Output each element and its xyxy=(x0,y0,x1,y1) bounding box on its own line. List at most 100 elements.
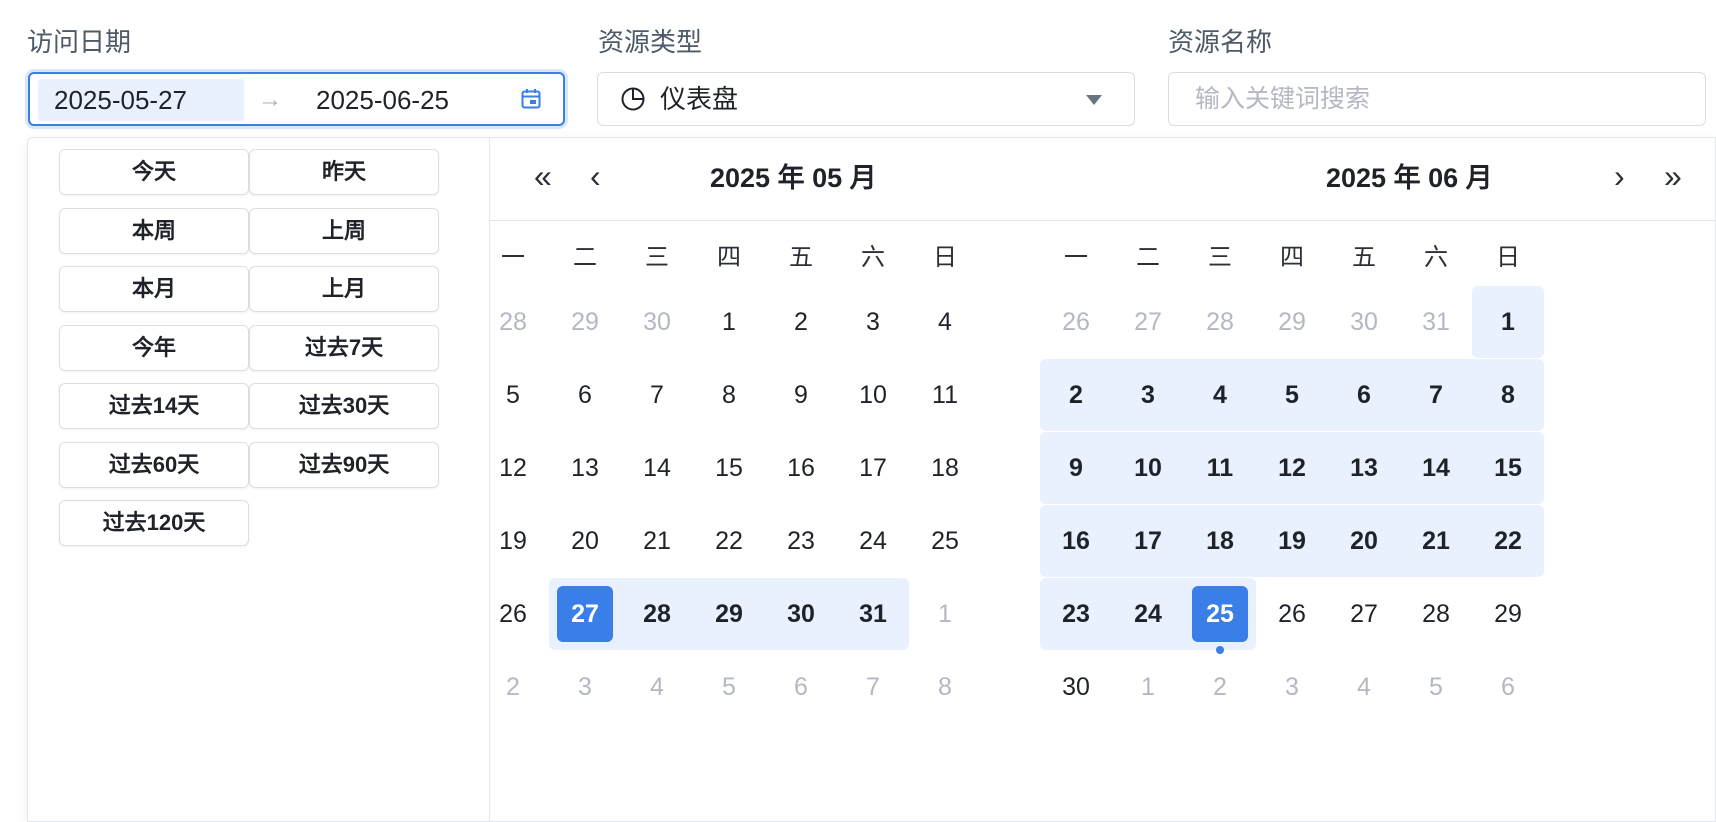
preset-button[interactable]: 上周 xyxy=(249,208,439,254)
calendar-day[interactable]: 30 xyxy=(773,586,829,642)
calendar-day[interactable]: 7 xyxy=(845,659,901,715)
calendar-day[interactable]: 2 xyxy=(485,659,541,715)
double-chevron-left-icon[interactable]: « xyxy=(534,156,552,196)
calendar-day[interactable]: 9 xyxy=(773,367,829,423)
calendar-day[interactable]: 21 xyxy=(629,513,685,569)
calendar-day[interactable]: 5 xyxy=(485,367,541,423)
calendar-day[interactable]: 28 xyxy=(485,294,541,350)
calendar-day[interactable]: 28 xyxy=(1192,294,1248,350)
calendar-day[interactable]: 14 xyxy=(629,440,685,496)
calendar-day[interactable]: 29 xyxy=(701,586,757,642)
preset-button[interactable]: 昨天 xyxy=(249,149,439,195)
preset-button[interactable]: 过去7天 xyxy=(249,325,439,371)
calendar-day[interactable]: 10 xyxy=(1120,440,1176,496)
calendar-day[interactable]: 19 xyxy=(1264,513,1320,569)
preset-button[interactable]: 过去30天 xyxy=(249,383,439,429)
calendar-day[interactable]: 5 xyxy=(1264,367,1320,423)
calendar-day[interactable]: 29 xyxy=(1264,294,1320,350)
calendar-day[interactable]: 20 xyxy=(1336,513,1392,569)
calendar-day[interactable]: 15 xyxy=(1480,440,1536,496)
calendar-day[interactable]: 4 xyxy=(1192,367,1248,423)
calendar-day[interactable]: 12 xyxy=(1264,440,1320,496)
calendar-day[interactable]: 2 xyxy=(1048,367,1104,423)
calendar-day[interactable]: 7 xyxy=(629,367,685,423)
calendar-day[interactable]: 26 xyxy=(1264,586,1320,642)
calendar-day[interactable]: 11 xyxy=(1192,440,1248,496)
date-end-input[interactable]: 2025-06-25 xyxy=(316,79,449,121)
selected-day[interactable]: 25 xyxy=(1192,586,1248,642)
preset-button[interactable]: 过去120天 xyxy=(59,500,249,546)
calendar-day[interactable]: 6 xyxy=(773,659,829,715)
calendar-day[interactable]: 8 xyxy=(917,659,973,715)
calendar-day[interactable]: 3 xyxy=(557,659,613,715)
calendar-day[interactable]: 4 xyxy=(629,659,685,715)
calendar-day[interactable]: 10 xyxy=(845,367,901,423)
calendar-icon[interactable] xyxy=(521,88,541,110)
preset-button[interactable]: 今天 xyxy=(59,149,249,195)
calendar-day[interactable]: 5 xyxy=(701,659,757,715)
calendar-day[interactable]: 26 xyxy=(485,586,541,642)
calendar-day[interactable]: 1 xyxy=(917,586,973,642)
calendar-day[interactable]: 12 xyxy=(485,440,541,496)
preset-button[interactable]: 今年 xyxy=(59,325,249,371)
calendar-day[interactable]: 22 xyxy=(701,513,757,569)
calendar-day[interactable]: 8 xyxy=(1480,367,1536,423)
date-start-input[interactable]: 2025-05-27 xyxy=(38,79,244,121)
calendar-day[interactable]: 28 xyxy=(629,586,685,642)
calendar-day[interactable]: 4 xyxy=(917,294,973,350)
preset-button[interactable]: 上月 xyxy=(249,266,439,312)
calendar-day[interactable]: 25 xyxy=(917,513,973,569)
resource-name-input[interactable] xyxy=(1169,73,1705,125)
preset-button[interactable]: 本月 xyxy=(59,266,249,312)
calendar-day[interactable]: 24 xyxy=(1120,586,1176,642)
chevron-left-icon[interactable]: ‹ xyxy=(590,156,601,196)
calendar-day[interactable]: 26 xyxy=(1048,294,1104,350)
calendar-day[interactable]: 31 xyxy=(1408,294,1464,350)
calendar-day[interactable]: 8 xyxy=(701,367,757,423)
calendar-day[interactable]: 29 xyxy=(557,294,613,350)
chevron-right-icon[interactable]: › xyxy=(1614,156,1625,196)
calendar-day[interactable]: 7 xyxy=(1408,367,1464,423)
calendar-day[interactable]: 2 xyxy=(1192,659,1248,715)
preset-button[interactable]: 过去90天 xyxy=(249,442,439,488)
calendar-day[interactable]: 5 xyxy=(1408,659,1464,715)
calendar-day[interactable]: 13 xyxy=(1336,440,1392,496)
calendar-day[interactable]: 23 xyxy=(1048,586,1104,642)
calendar-day[interactable]: 23 xyxy=(773,513,829,569)
calendar-day[interactable]: 21 xyxy=(1408,513,1464,569)
date-range-picker[interactable]: 2025-05-27 → 2025-06-25 xyxy=(28,72,565,126)
resource-type-select[interactable]: 仪表盘 xyxy=(597,72,1135,126)
preset-button[interactable]: 过去14天 xyxy=(59,383,249,429)
calendar-day[interactable]: 29 xyxy=(1480,586,1536,642)
calendar-day[interactable]: 1 xyxy=(1480,294,1536,350)
calendar-day[interactable]: 6 xyxy=(1480,659,1536,715)
selected-day[interactable]: 27 xyxy=(557,586,613,642)
calendar-day[interactable]: 3 xyxy=(1264,659,1320,715)
resource-name-field[interactable] xyxy=(1168,72,1706,126)
calendar-day[interactable]: 2 xyxy=(773,294,829,350)
calendar-day[interactable]: 27 xyxy=(1120,294,1176,350)
calendar-day[interactable]: 14 xyxy=(1408,440,1464,496)
calendar-day[interactable]: 4 xyxy=(1336,659,1392,715)
calendar-day[interactable]: 30 xyxy=(629,294,685,350)
calendar-day[interactable]: 6 xyxy=(1336,367,1392,423)
calendar-day[interactable]: 13 xyxy=(557,440,613,496)
calendar-day[interactable]: 27 xyxy=(1336,586,1392,642)
calendar-day[interactable]: 19 xyxy=(485,513,541,569)
calendar-day[interactable]: 3 xyxy=(845,294,901,350)
calendar-day[interactable]: 24 xyxy=(845,513,901,569)
calendar-day[interactable]: 1 xyxy=(1120,659,1176,715)
caret-down-icon[interactable] xyxy=(1086,95,1102,105)
calendar-day[interactable]: 17 xyxy=(845,440,901,496)
calendar-day[interactable]: 9 xyxy=(1048,440,1104,496)
calendar-day[interactable]: 30 xyxy=(1336,294,1392,350)
calendar-day[interactable]: 30 xyxy=(1048,659,1104,715)
calendar-day[interactable]: 11 xyxy=(917,367,973,423)
calendar-day[interactable]: 20 xyxy=(557,513,613,569)
double-chevron-right-icon[interactable]: » xyxy=(1664,156,1682,196)
calendar-day[interactable]: 15 xyxy=(701,440,757,496)
preset-button[interactable]: 过去60天 xyxy=(59,442,249,488)
calendar-day[interactable]: 17 xyxy=(1120,513,1176,569)
calendar-day[interactable]: 1 xyxy=(701,294,757,350)
calendar-day[interactable]: 28 xyxy=(1408,586,1464,642)
